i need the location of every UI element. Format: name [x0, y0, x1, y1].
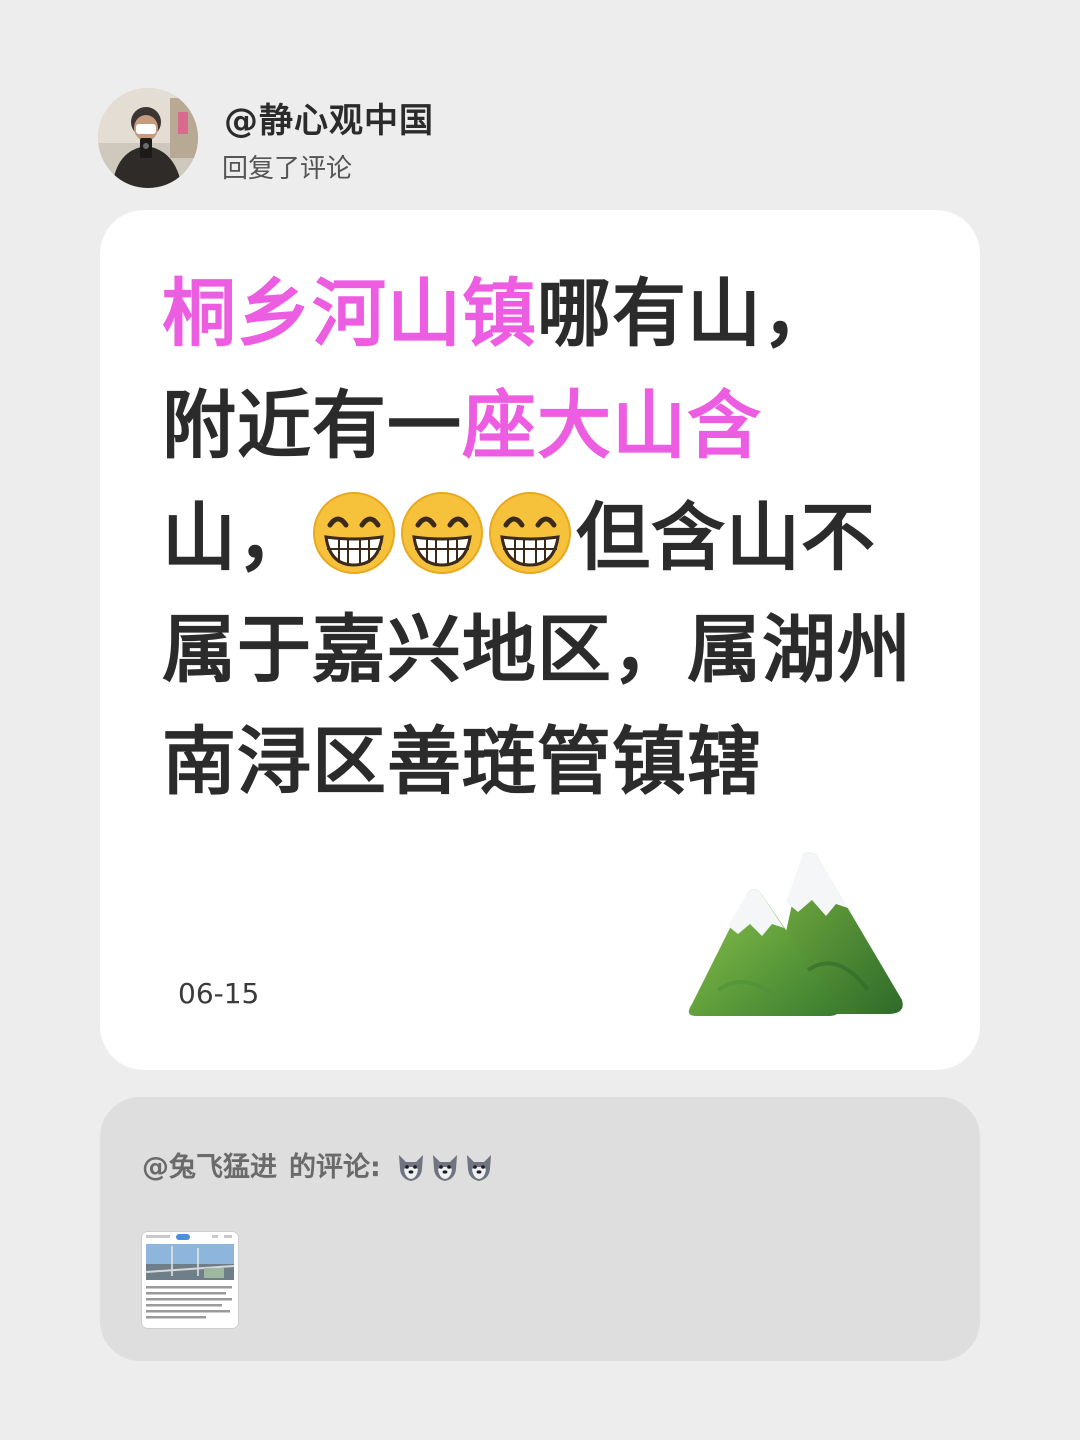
reply-text: 桐乡河山镇哪有山， 附近有一座大山含 山， 但含山不属于嘉兴地区，属湖州南浔区善琏管镇…	[162, 258, 942, 818]
avatar[interactable]	[98, 88, 198, 188]
reply-highlight-text: 桐乡河山镇	[162, 271, 537, 357]
wolf-face-icon	[463, 1151, 495, 1183]
grinning-face-icon	[488, 491, 572, 575]
quoted-comment-card[interactable]: @兔飞猛进 的评论:	[100, 1097, 980, 1361]
quoted-comment-label: 的评论:	[289, 1151, 381, 1183]
grinning-face-icon	[312, 491, 396, 575]
username[interactable]: @静心观中国	[224, 104, 434, 138]
post-date: 06-15	[178, 977, 260, 1010]
reply-text-segment: 附近有一	[162, 383, 462, 469]
reply-action-label: 回复了评论	[222, 154, 353, 184]
comment-image-thumbnail[interactable]	[142, 1232, 238, 1328]
grinning-face-icon	[400, 491, 484, 575]
snow-capped-mountain-icon	[688, 850, 906, 1018]
reply-text-segment: 山，	[162, 495, 312, 581]
reply-highlight-text: 座大山含	[462, 383, 762, 469]
reply-card: 桐乡河山镇哪有山， 附近有一座大山含 山， 但含山不属于嘉兴地区，属湖州南浔区善琏管镇…	[100, 210, 980, 1070]
wolf-face-icon	[429, 1151, 461, 1183]
wolf-face-icon	[395, 1151, 427, 1183]
quoted-comment-header: @兔飞猛进 的评论:	[142, 1151, 495, 1183]
quoted-comment-author[interactable]: @兔飞猛进	[142, 1154, 277, 1181]
reply-text-segment: 哪有山，	[537, 271, 837, 357]
